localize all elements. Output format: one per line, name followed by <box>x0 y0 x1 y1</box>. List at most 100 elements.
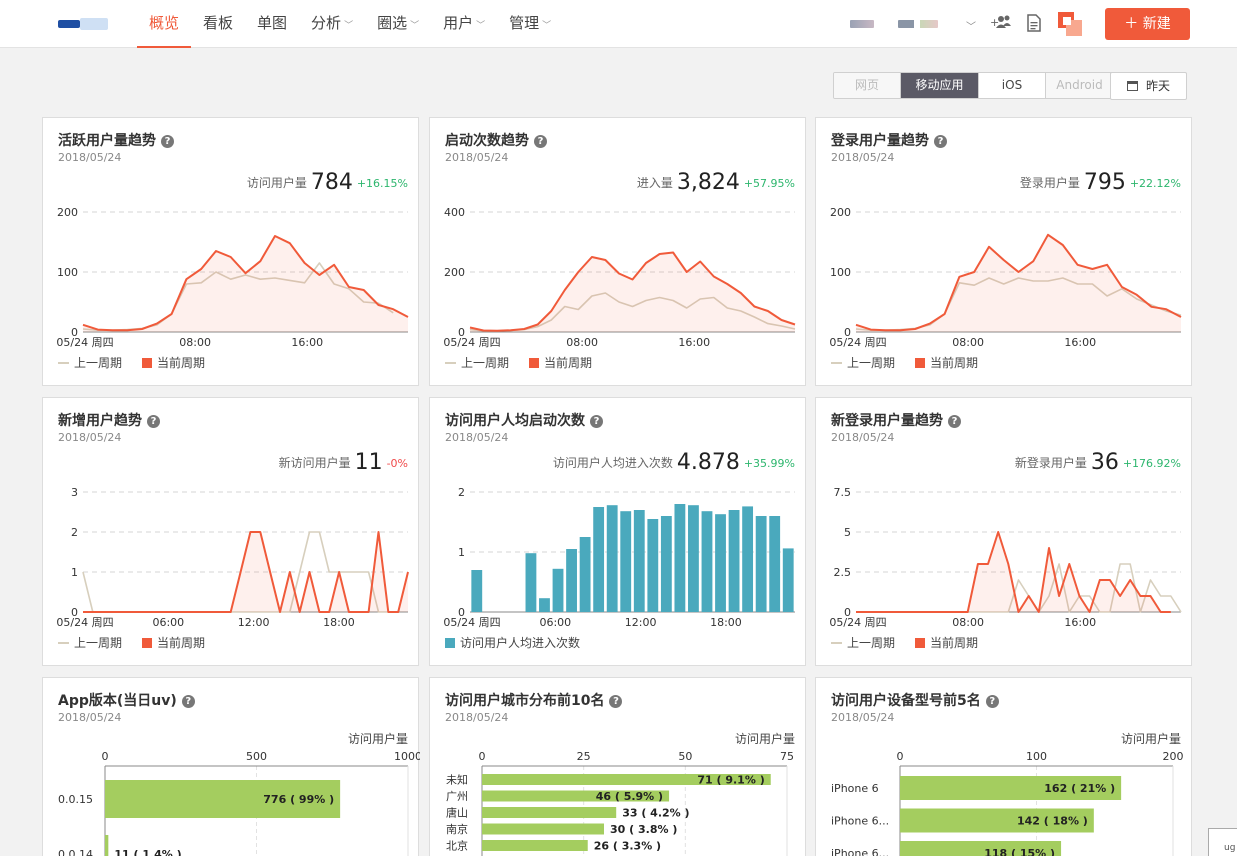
nav-item-single-chart[interactable]: 单图 <box>245 0 299 48</box>
bar <box>715 514 726 612</box>
x-tick-label: 200 <box>1163 750 1184 763</box>
project-switcher[interactable] <box>898 20 938 28</box>
bar <box>539 598 550 612</box>
card-metric: 登录用户量 795 +22.12% <box>1020 170 1181 195</box>
app-logo[interactable] <box>58 16 108 32</box>
x-tick-label: 100 <box>1026 750 1047 763</box>
card-metric: 新登录用户量 36 +176.92% <box>1015 450 1181 475</box>
card-title: 访问用户城市分布前10名? <box>445 690 623 710</box>
x-tick-label: 16:00 <box>1064 336 1096 349</box>
x-tick-label: 1000 <box>394 750 420 763</box>
feedback-tab[interactable]: ug <box>1208 828 1237 856</box>
chevron-down-icon[interactable]: ﹀ <box>966 18 976 33</box>
legend-label: 当前周期 <box>157 356 206 370</box>
brand-logo-icon[interactable] <box>1058 12 1082 36</box>
y-tick-label: 2 <box>458 486 465 499</box>
chart-legend: 上一周期 当前周期 <box>445 354 612 371</box>
card-title-text: 启动次数趋势 <box>445 133 529 149</box>
top-bar: 概览 看板 单图 分析 ﹀ 圈选 ﹀ 用户 ﹀ 管理 ﹀ ﹀ + ＋ 新建 <box>0 0 1237 48</box>
date-range-button[interactable]: 昨天 <box>1110 72 1187 100</box>
legend-swatch <box>58 642 69 644</box>
data-label: 46 ( 5.9% ) <box>596 790 663 803</box>
legend-label: 上一周期 <box>461 356 510 370</box>
new-button[interactable]: ＋ 新建 <box>1105 8 1190 40</box>
legend-item-previous: 上一周期 <box>831 356 895 370</box>
help-icon[interactable]: ? <box>985 695 999 708</box>
legend-item-current: 当前周期 <box>142 636 205 650</box>
y-tick-label: 1 <box>458 546 465 559</box>
data-label: 162 ( 21% ) <box>1044 782 1115 795</box>
chevron-down-icon: ﹀ <box>476 21 486 31</box>
chart-legend: 上一周期 当前周期 <box>831 354 998 371</box>
metric-label: 新访问用户量 <box>278 456 351 470</box>
card-app-version: App版本(当日uv)? 2018/05/24 访问用户量 0 500 1000 0.0.1… <box>42 677 420 856</box>
legend-label: 当前周期 <box>930 636 979 650</box>
nav-item-circle-select[interactable]: 圈选 ﹀ <box>365 0 431 48</box>
bar <box>633 510 645 612</box>
help-icon[interactable]: ? <box>147 415 160 428</box>
legend-swatch <box>142 358 153 368</box>
y-tick-label: 3 <box>71 486 78 499</box>
x-tick-label: 05/24 周四 <box>443 336 500 349</box>
platform-web-button[interactable]: 网页 <box>834 73 901 98</box>
legend-swatch <box>58 362 69 364</box>
x-tick-label: 05/24 周四 <box>829 616 886 629</box>
y-tick-label: 2.5 <box>834 566 852 579</box>
bar <box>728 510 740 612</box>
chart-legend: 访问用户人均进入次数 <box>445 634 600 651</box>
y-tick-label: 7.5 <box>834 486 852 499</box>
axis-title: 访问用户量 <box>347 732 408 746</box>
nav-item-analysis[interactable]: 分析 ﹀ <box>299 0 365 48</box>
platform-switcher: 网页 移动应用 iOS Android <box>833 72 1114 99</box>
nav-item-overview[interactable]: 概览 <box>137 0 192 48</box>
card-title: 访问用户人均启动次数? <box>445 410 603 430</box>
platform-mobile-button[interactable]: 移动应用 <box>901 73 979 98</box>
help-icon[interactable]: ? <box>534 135 547 148</box>
chart-plot: 020040005/24 周四 08:00 16:00 <box>443 206 796 349</box>
category-label: 0.0.14 <box>58 848 93 856</box>
bar <box>482 807 617 818</box>
legend-item-previous: 上一周期 <box>445 356 509 370</box>
y-tick-label: 100 <box>57 266 78 279</box>
nav-item-boards[interactable]: 看板 <box>191 0 245 48</box>
add-member-icon[interactable]: + <box>990 14 1012 34</box>
help-icon[interactable]: ? <box>181 695 195 708</box>
card-title-text: 活跃用户量趋势 <box>58 133 156 149</box>
platform-ios-button[interactable]: iOS <box>979 73 1046 98</box>
platform-android-button[interactable]: Android <box>1046 73 1113 98</box>
card-new-users: 新增用户趋势? 2018/05/24 新访问用户量 11 -0% 0 1 2 3 05/24 周四… <box>42 397 419 666</box>
legend-item-previous: 上一周期 <box>58 636 122 650</box>
account-avatar[interactable] <box>850 20 874 28</box>
bar <box>593 507 605 612</box>
help-icon[interactable]: ? <box>609 695 623 708</box>
chart-plot: 02.557.505/24 周四 08:00 16:00 <box>829 486 1182 629</box>
data-label: 776 ( 99% ) <box>263 793 334 806</box>
x-tick-label: 16:00 <box>291 336 323 349</box>
legend-label: 上一周期 <box>74 636 123 650</box>
help-icon[interactable]: ? <box>161 135 174 148</box>
card-metric: 进入量 3,824 +57.95% <box>637 170 795 195</box>
card-title-text: 登录用户量趋势 <box>831 133 929 149</box>
category-label: 唐山 <box>446 806 468 820</box>
help-icon[interactable]: ? <box>590 415 603 428</box>
chart-legend: 上一周期 当前周期 <box>831 634 998 651</box>
nav-item-manage[interactable]: 管理 ﹀ <box>497 0 563 48</box>
legend-swatch <box>142 638 153 648</box>
metric-value: 3,824 <box>676 170 740 195</box>
legend-item-current: 当前周期 <box>529 356 592 370</box>
x-tick-label: 16:00 <box>678 336 710 349</box>
bar <box>620 511 632 612</box>
bar <box>647 519 659 612</box>
legend-item-previous: 上一周期 <box>831 636 895 650</box>
nav-item-users[interactable]: 用户 ﹀ <box>431 0 497 48</box>
help-icon[interactable]: ? <box>934 135 947 148</box>
document-icon[interactable] <box>1027 14 1041 36</box>
series-area <box>856 234 1181 332</box>
bar <box>606 505 618 612</box>
bar <box>688 505 699 612</box>
help-icon[interactable]: ? <box>948 415 961 428</box>
x-tick-label: 0 <box>897 750 904 763</box>
legend-item: 访问用户人均进入次数 <box>445 636 580 650</box>
x-tick-label: 06:00 <box>152 616 184 629</box>
card-date: 2018/05/24 <box>445 711 509 724</box>
